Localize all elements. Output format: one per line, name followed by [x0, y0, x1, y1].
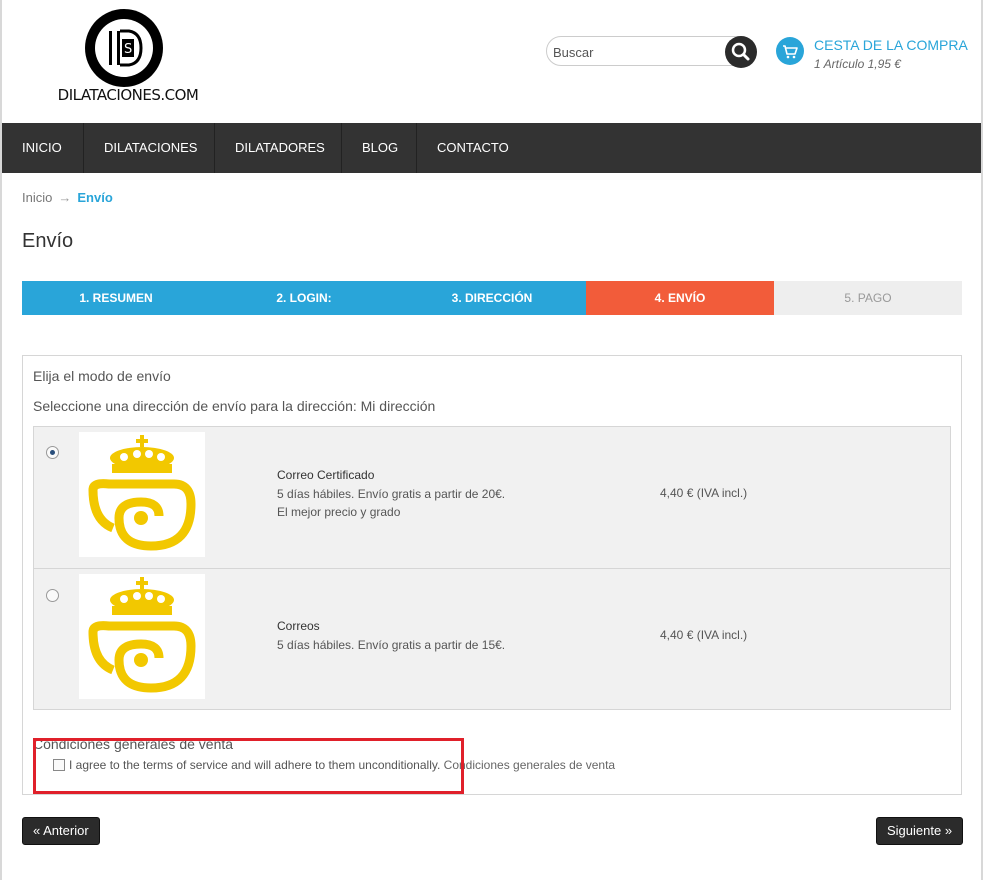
step-pago: 5. PAGO	[774, 281, 962, 315]
step-resumen[interactable]: 1. RESUMEN	[22, 281, 210, 315]
shipping-box: Elija el modo de envío Seleccione una di…	[22, 355, 962, 795]
search-input[interactable]	[553, 43, 713, 61]
nav-item-inicio[interactable]: INICIO	[2, 123, 84, 173]
step-login[interactable]: 2. LOGIN:	[210, 281, 398, 315]
arrow-right-icon: →	[58, 190, 72, 205]
nav-item-label: CONTACTO	[437, 140, 509, 155]
step-label: 1. RESUMEN	[79, 291, 153, 305]
step-direccion[interactable]: 3. DIRECCIÓN	[398, 281, 586, 315]
carrier-name: Correo Certificado	[277, 468, 375, 482]
step-label: 4. ENVÍO	[654, 291, 706, 305]
step-label: 5. PAGO	[844, 291, 892, 305]
caret-down-icon	[245, 194, 253, 199]
step-label: 2. LOGIN:	[276, 291, 332, 305]
shipping-heading: Elija el modo de envío	[33, 368, 171, 384]
correos-logo-icon	[79, 574, 205, 699]
search-icon	[731, 42, 750, 61]
nav-item-label: DILATADORES	[235, 140, 325, 155]
main-nav: INICIO DILATACIONES DILATADORES BLOG CON…	[2, 123, 981, 199]
breadcrumb-home[interactable]: Inicio	[22, 190, 52, 205]
page-title: Envío	[22, 230, 74, 252]
carrier-option[interactable]: Correo Certificado 5 días hábiles. Envío…	[34, 427, 950, 568]
carrier-desc-line: El mejor precio y grado	[277, 505, 401, 519]
terms-agree-label[interactable]: I agree to the terms of service and will…	[69, 758, 440, 772]
carrier-desc-line: 5 días hábiles. Envío gratis a partir de…	[277, 638, 506, 652]
carrier-radio[interactable]	[46, 446, 59, 459]
terms-heading: Condiciones generales de venta	[33, 736, 234, 752]
correos-logo-icon	[79, 432, 205, 557]
nav-item-blog[interactable]: BLOG	[342, 123, 417, 173]
terms-checkbox[interactable]	[53, 758, 65, 771]
shipping-subheading: Seleccione una dirección de envío para l…	[33, 398, 436, 414]
caret-down-icon	[114, 194, 122, 199]
nav-item-contacto[interactable]: CONTACTO	[417, 123, 529, 173]
carrier-radio[interactable]	[46, 589, 59, 602]
nav-item-dilataciones[interactable]: DILATACIONES	[84, 123, 215, 199]
nav-item-label: INICIO	[22, 140, 62, 155]
svg-text:S: S	[124, 42, 132, 57]
cart-icon[interactable]	[776, 37, 804, 65]
nav-item-label: DILATACIONES	[104, 140, 198, 155]
search-box[interactable]	[546, 36, 757, 68]
carrier-price: 4,40 € (IVA incl.)	[660, 628, 748, 642]
next-button[interactable]: Siguiente »	[876, 817, 964, 845]
terms-row: I agree to the terms of service and will…	[53, 758, 615, 772]
prev-button[interactable]: « Anterior	[22, 817, 100, 845]
carrier-description: 5 días hábiles. Envío gratis a partir de…	[277, 485, 577, 521]
terms-link[interactable]: Condiciones generales de venta	[444, 758, 615, 772]
site-logo[interactable]: S DILATACIONES.COM	[48, 6, 208, 106]
search-button[interactable]	[725, 36, 757, 68]
breadcrumb-current: Envío	[77, 190, 113, 205]
carrier-desc-line: 5 días hábiles. Envío gratis a partir de…	[277, 487, 506, 501]
step-envio: 4. ENVÍO	[586, 281, 774, 315]
carrier-price: 4,40 € (IVA incl.)	[660, 486, 748, 500]
logo-monogram-icon: S	[109, 29, 143, 67]
step-label: 3. DIRECCIÓN	[451, 291, 533, 305]
carrier-list: Correo Certificado 5 días hábiles. Envío…	[33, 426, 951, 710]
carrier-description: 5 días hábiles. Envío gratis a partir de…	[277, 636, 577, 654]
breadcrumb: Inicio → Envío	[22, 190, 113, 205]
logo-mark: S	[85, 9, 163, 87]
carrier-option[interactable]: Correos 5 días hábiles. Envío gratis a p…	[34, 568, 950, 709]
nav-item-label: BLOG	[362, 140, 399, 155]
cart-title-link[interactable]: CESTA DE LA COMPRA	[814, 37, 968, 53]
carrier-name: Correos	[277, 619, 320, 633]
cart-summary: 1 Artículo 1,95 €	[814, 57, 901, 71]
checkout-steps: 1. RESUMEN 2. LOGIN: 3. DIRECCIÓN 4. ENV…	[22, 281, 962, 315]
logo-text: DILATACIONES.COM	[57, 86, 199, 104]
nav-item-dilatadores[interactable]: DILATADORES	[215, 123, 342, 199]
